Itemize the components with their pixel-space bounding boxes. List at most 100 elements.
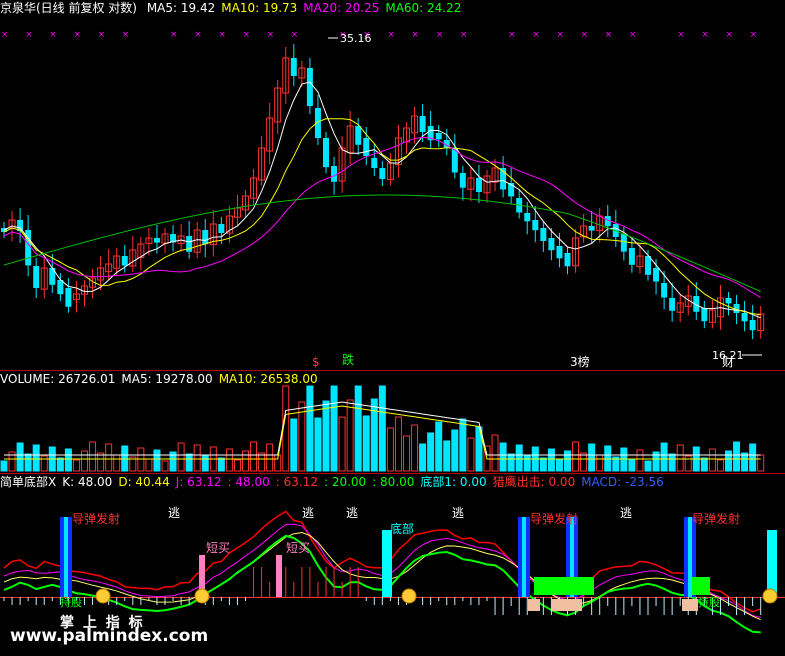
volume-bar xyxy=(547,448,555,472)
candle-body-down xyxy=(749,320,756,331)
volume-bar xyxy=(185,453,193,472)
signal-cross-marker: × xyxy=(508,30,516,40)
volume-bar xyxy=(113,454,121,472)
volume-bar xyxy=(435,421,443,472)
signal-cross-marker: × xyxy=(581,30,589,40)
volume-bar xyxy=(314,417,322,472)
candle-body-down xyxy=(588,226,595,231)
volume-bar xyxy=(153,449,161,472)
signal-cross-marker: × xyxy=(25,30,33,40)
signal-cross-marker: × xyxy=(291,30,299,40)
volume-bar xyxy=(588,443,596,472)
volume-bar xyxy=(443,440,451,472)
candle-body-down xyxy=(548,238,555,251)
candle-body-down xyxy=(33,266,40,288)
candle-body-down xyxy=(532,220,539,231)
smiley-icon xyxy=(194,588,210,604)
annotation-bottom: 底部 xyxy=(390,521,414,536)
volume-bar xyxy=(676,444,684,472)
volume-bar xyxy=(105,443,113,472)
candle-body-down xyxy=(121,256,128,266)
volume-bar xyxy=(201,455,209,472)
ma10-line xyxy=(3,118,761,316)
smiley-icon xyxy=(762,588,778,604)
volume-bar xyxy=(40,455,48,472)
buy-point-block xyxy=(528,599,540,611)
missile-signal-core xyxy=(64,517,68,597)
signal-cross-marker: × xyxy=(218,30,226,40)
candle-body-down xyxy=(669,298,676,311)
bottom-signal-bar xyxy=(382,530,392,597)
annotation-hold: 持股 xyxy=(60,595,82,609)
signal-cross-marker: × xyxy=(677,30,685,40)
signal-cross-marker: × xyxy=(750,30,758,40)
signal-cross-marker: × xyxy=(605,30,613,40)
candle-body-down xyxy=(323,138,329,168)
volume-bar xyxy=(757,454,765,472)
annotation-missile: 导弹发射 xyxy=(530,511,578,526)
volume-bar xyxy=(322,400,330,472)
missile-signal-core xyxy=(688,517,692,597)
volume-bar xyxy=(72,459,80,472)
volume-bar xyxy=(56,457,64,472)
annotation-escape: 逃 xyxy=(452,506,464,520)
candle-body-down xyxy=(290,58,297,76)
volume-bar xyxy=(378,385,386,472)
volume-bar xyxy=(386,427,394,472)
volume-bar xyxy=(716,459,724,472)
volume-bar xyxy=(733,441,741,472)
candle-body-down xyxy=(218,224,225,233)
signal-cross-marker: × xyxy=(267,30,275,40)
volume-bar xyxy=(161,460,169,472)
volume-bar xyxy=(660,442,668,472)
candle-body-down xyxy=(653,268,660,282)
signal-cross-marker: × xyxy=(387,30,395,40)
volume-bar xyxy=(515,444,523,472)
watermark-url: www.palmindex.com xyxy=(10,626,209,646)
volume-bar xyxy=(684,455,692,472)
buy-point-block xyxy=(682,599,698,611)
volume-bar xyxy=(290,418,298,472)
volume-bar xyxy=(725,450,732,472)
annotation-missile: 导弹发射 xyxy=(692,511,740,526)
volume-bar xyxy=(555,459,563,472)
signal-cross-marker: × xyxy=(412,30,420,40)
buy-point-block xyxy=(552,599,582,611)
short-buy-bar xyxy=(276,555,282,597)
signal-cross-marker: × xyxy=(726,30,734,40)
volume-bar xyxy=(700,457,708,472)
volume-bar xyxy=(564,450,571,472)
volume-bar xyxy=(491,434,499,472)
volume-bar xyxy=(370,398,378,472)
volume-bar xyxy=(539,457,547,472)
signal-cross-marker: × xyxy=(243,30,251,40)
volume-bar xyxy=(193,444,201,472)
candle-body-down xyxy=(363,138,370,156)
volume-bar xyxy=(97,452,105,472)
volume-bar xyxy=(225,448,233,472)
annotation-escape: 逃 xyxy=(302,506,314,520)
volume-bar xyxy=(16,442,24,472)
volume-bar xyxy=(266,443,274,472)
signal-label-fall: 跌 xyxy=(342,352,354,367)
candle-body-down xyxy=(459,173,466,188)
volume-bar xyxy=(419,443,427,472)
candle-body-down xyxy=(153,238,160,243)
candle-body-down xyxy=(661,283,668,298)
volume-bar xyxy=(580,452,588,472)
stock-chart-canvas[interactable]: × × × × × × × × × × × × × × × × × × × × × × × × × × × ×35.1616.21跌$… xyxy=(0,0,785,656)
signal-cross-marker: × xyxy=(460,30,468,40)
signal-cross-marker: × xyxy=(170,30,178,40)
annotation-hold: 持股 xyxy=(698,595,720,609)
volume-bar xyxy=(24,453,32,472)
candle-body-down xyxy=(355,126,362,145)
signal-cross-marker: × xyxy=(73,30,81,40)
volume-bar xyxy=(628,458,636,472)
volume-bar xyxy=(749,443,757,472)
candle-body-down xyxy=(475,178,482,192)
candle-body-down xyxy=(379,168,386,179)
annotation-escape: 逃 xyxy=(168,506,180,520)
annotation-short-buy: 短买 xyxy=(206,541,230,555)
volume-bar xyxy=(362,415,370,472)
volume-bar xyxy=(145,458,153,472)
